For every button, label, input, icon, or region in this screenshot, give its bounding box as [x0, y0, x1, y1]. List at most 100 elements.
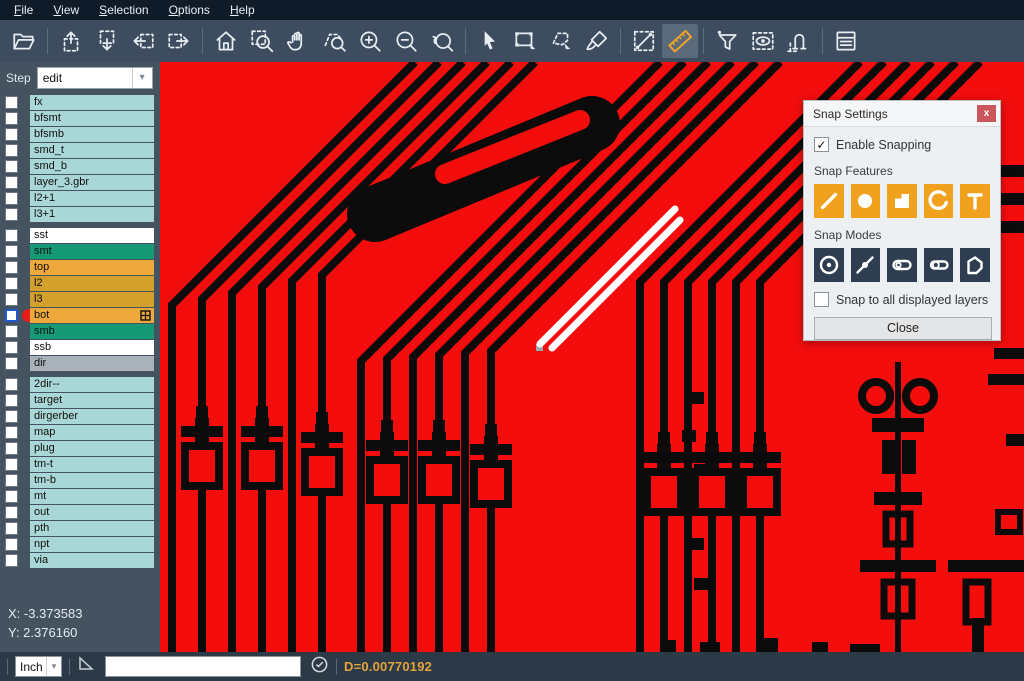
layer-visibility-checkbox[interactable]	[5, 192, 18, 205]
layer-row-smd_b[interactable]: smd_b	[0, 159, 160, 174]
zoom-in-button[interactable]	[352, 24, 388, 58]
command-input[interactable]	[105, 656, 301, 677]
sync-icon[interactable]	[310, 655, 329, 679]
layer-visibility-checkbox[interactable]	[5, 410, 18, 423]
menu-file[interactable]: File	[4, 0, 43, 20]
snap-arc-button[interactable]	[924, 184, 954, 218]
close-button[interactable]: Close	[814, 317, 992, 340]
mode-midpoint-button[interactable]	[851, 248, 881, 282]
dialog-close-icon[interactable]: x	[977, 105, 996, 122]
layer-visibility-checkbox[interactable]	[5, 128, 18, 141]
layer-visibility-checkbox[interactable]	[5, 293, 18, 306]
zoom-out-button[interactable]	[388, 24, 424, 58]
mode-slot-filled-button[interactable]	[887, 248, 917, 282]
layer-visibility-checkbox[interactable]	[5, 458, 18, 471]
layer-visibility-checkbox[interactable]	[5, 160, 18, 173]
layer-row-smd_t[interactable]: smd_t	[0, 143, 160, 158]
zoom-area-button[interactable]	[244, 24, 280, 58]
layer-row-map[interactable]: map	[0, 425, 160, 440]
layer-visibility-checkbox[interactable]	[5, 522, 18, 535]
layer-visibility-checkbox[interactable]	[5, 245, 18, 258]
layer-row-l2[interactable]: l2	[0, 276, 160, 291]
layer-row-dirgerber[interactable]: dirgerber	[0, 409, 160, 424]
select-arrow-button[interactable]	[471, 24, 507, 58]
layer-visibility-checkbox[interactable]	[5, 554, 18, 567]
layer-visibility-checkbox[interactable]	[5, 506, 18, 519]
layer-visibility-checkbox[interactable]	[5, 309, 18, 322]
layer-visibility-checkbox[interactable]	[5, 176, 18, 189]
menu-help[interactable]: Help	[220, 0, 265, 20]
menu-options[interactable]: Options	[159, 0, 220, 20]
ruler-button[interactable]	[662, 24, 698, 58]
layer-row-dir[interactable]: dir	[0, 356, 160, 371]
layer-row-via[interactable]: via	[0, 553, 160, 568]
layer-row-layer_3.gbr[interactable]: layer_3.gbr	[0, 175, 160, 190]
layer-visibility-checkbox[interactable]	[5, 426, 18, 439]
layer-row-fx[interactable]: fx	[0, 95, 160, 110]
layer-row-mt[interactable]: mt	[0, 489, 160, 504]
layer-row-l2+1[interactable]: l2+1	[0, 191, 160, 206]
layer-row-sst[interactable]: sst	[0, 228, 160, 243]
layer-row-ssb[interactable]: ssb	[0, 340, 160, 355]
open-folder-button[interactable]	[6, 24, 42, 58]
panels-button[interactable]	[828, 24, 864, 58]
view-eye-button[interactable]	[745, 24, 781, 58]
menu-view[interactable]: View	[43, 0, 89, 20]
layer-visibility-checkbox[interactable]	[5, 144, 18, 157]
measure-line-button[interactable]	[626, 24, 662, 58]
layer-row-top[interactable]: top	[0, 260, 160, 275]
layer-row-pth[interactable]: pth	[0, 521, 160, 536]
layer-visibility-checkbox[interactable]	[5, 325, 18, 338]
layer-row-l3[interactable]: l3	[0, 292, 160, 307]
layer-row-bfsmb[interactable]: bfsmb	[0, 127, 160, 142]
layer-visibility-checkbox[interactable]	[5, 394, 18, 407]
layer-row-tm-t[interactable]: tm-t	[0, 457, 160, 472]
layer-visibility-checkbox[interactable]	[5, 378, 18, 391]
enable-snapping-checkbox[interactable]: ✓	[814, 137, 829, 152]
snap-magnet-button[interactable]	[781, 24, 817, 58]
layer-visibility-checkbox[interactable]	[5, 490, 18, 503]
snap-line-button[interactable]	[814, 184, 844, 218]
snap-pad-button[interactable]	[851, 184, 881, 218]
layer-visibility-checkbox[interactable]	[5, 277, 18, 290]
select-lasso-button[interactable]	[543, 24, 579, 58]
nudge-up-button[interactable]	[53, 24, 89, 58]
zoom-shape-button[interactable]	[316, 24, 352, 58]
layer-visibility-checkbox[interactable]	[5, 538, 18, 551]
snap-surface-button[interactable]	[887, 184, 917, 218]
snap-text-button[interactable]	[960, 184, 990, 218]
layer-visibility-checkbox[interactable]	[5, 442, 18, 455]
menu-selection[interactable]: Selection	[89, 0, 158, 20]
layer-row-bot[interactable]: bot	[0, 308, 160, 323]
nudge-down-button[interactable]	[89, 24, 125, 58]
layer-row-target[interactable]: target	[0, 393, 160, 408]
step-dropdown[interactable]: edit ▾	[37, 67, 153, 89]
layer-visibility-checkbox[interactable]	[5, 208, 18, 221]
layer-row-l3+1[interactable]: l3+1	[0, 207, 160, 222]
layer-row-plug[interactable]: plug	[0, 441, 160, 456]
layer-visibility-checkbox[interactable]	[5, 112, 18, 125]
layer-row-bfsmt[interactable]: bfsmt	[0, 111, 160, 126]
layer-visibility-checkbox[interactable]	[5, 474, 18, 487]
nudge-right-button[interactable]	[161, 24, 197, 58]
brush-button[interactable]	[579, 24, 615, 58]
filter-button[interactable]	[709, 24, 745, 58]
dialog-title-bar[interactable]: Snap Settings x	[804, 101, 1000, 127]
layer-row-2dir--[interactable]: 2dir--	[0, 377, 160, 392]
mode-contour-button[interactable]	[960, 248, 990, 282]
unit-dropdown[interactable]: Inch ▾	[15, 656, 62, 677]
layer-row-out[interactable]: out	[0, 505, 160, 520]
zoom-undo-button[interactable]	[424, 24, 460, 58]
layer-visibility-checkbox[interactable]	[5, 96, 18, 109]
mode-center-button[interactable]	[814, 248, 844, 282]
layer-visibility-checkbox[interactable]	[5, 229, 18, 242]
snap-all-layers-checkbox[interactable]	[814, 292, 829, 307]
grid-icon[interactable]	[140, 310, 151, 323]
layer-row-smt[interactable]: smt	[0, 244, 160, 259]
home-button[interactable]	[208, 24, 244, 58]
layer-row-npt[interactable]: npt	[0, 537, 160, 552]
layer-row-smb[interactable]: smb	[0, 324, 160, 339]
mode-slot-outline-button[interactable]	[924, 248, 954, 282]
nudge-left-button[interactable]	[125, 24, 161, 58]
layer-visibility-checkbox[interactable]	[5, 261, 18, 274]
